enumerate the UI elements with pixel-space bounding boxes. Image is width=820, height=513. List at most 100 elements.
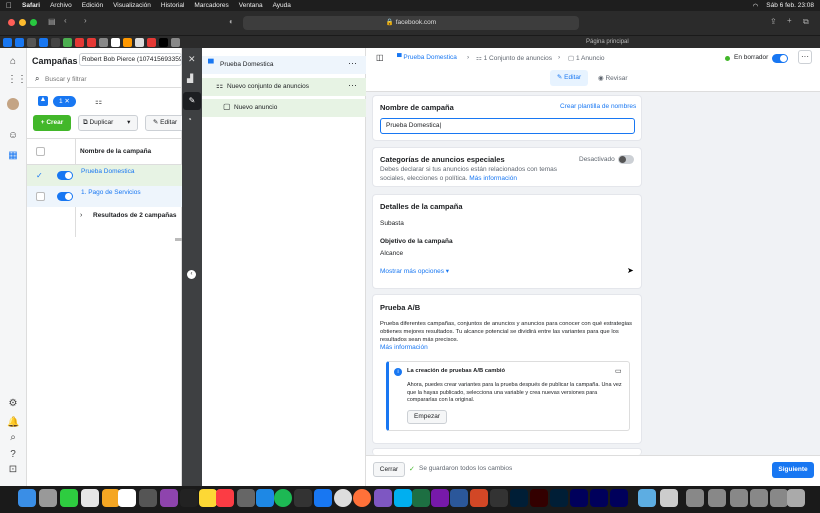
favorite-site-icon[interactable] — [123, 37, 132, 47]
preview-icon[interactable] — [294, 489, 312, 507]
home-icon[interactable]: ⌂ — [7, 56, 19, 68]
favorite-site-icon[interactable] — [135, 37, 144, 47]
close-button[interactable]: Cerrar — [373, 462, 405, 477]
window-thumbnail-icon[interactable] — [770, 489, 788, 507]
tab-edit[interactable]: ✎ Editar — [550, 70, 588, 86]
create-template-link[interactable]: Crear plantilla de nombres — [560, 103, 636, 110]
calendar-icon[interactable] — [118, 489, 136, 507]
favorite-site-icon[interactable] — [99, 37, 108, 47]
favorite-site-icon[interactable] — [87, 37, 96, 47]
window-thumbnail-icon[interactable] — [750, 489, 768, 507]
word-icon[interactable] — [450, 489, 468, 507]
column-header-name[interactable]: Nombre de la campaña — [80, 148, 151, 155]
forward-icon[interactable]: › — [84, 16, 87, 25]
row-checkbox-checked[interactable]: ✓ — [36, 171, 43, 180]
privacy-shield-icon[interactable]: ◐ — [229, 17, 234, 26]
apple-icon[interactable]:  — [6, 1, 12, 10]
back-icon[interactable]: ‹ — [64, 16, 67, 25]
favorite-site-icon[interactable] — [27, 37, 36, 47]
grid-view-icon[interactable]: ⚏ — [95, 97, 102, 106]
more-options-icon[interactable]: ··· — [348, 80, 357, 90]
tab-overview-icon[interactable]: ⧉ — [803, 17, 809, 27]
close-window-button[interactable] — [8, 19, 15, 26]
special-categories-toggle[interactable] — [618, 155, 634, 164]
appstore-icon[interactable] — [256, 489, 274, 507]
spotify-icon[interactable] — [274, 489, 292, 507]
window-thumbnail-icon[interactable] — [708, 489, 726, 507]
address-bar[interactable]: 🔒 facebook.com — [243, 16, 579, 30]
skype-icon[interactable] — [394, 489, 412, 507]
campaigns-level-icon[interactable]: ▲ — [38, 96, 48, 106]
minimize-window-button[interactable] — [19, 19, 26, 26]
tree-item-ad[interactable]: ▢ Nuevo anuncio — [202, 99, 366, 117]
collapse-arrow-icon[interactable]: ‹ — [187, 270, 196, 279]
music-icon[interactable] — [216, 489, 234, 507]
settings-icon[interactable]: ⚙ — [7, 398, 19, 410]
bug-report-icon[interactable]: ⊡ — [7, 464, 19, 476]
table-row[interactable]: ✓ Prueba Domestica — [27, 165, 182, 186]
media-encoder-icon[interactable] — [590, 489, 608, 507]
campaign-toggle[interactable] — [57, 192, 73, 201]
campaign-toggle[interactable] — [57, 171, 73, 180]
notes-icon[interactable] — [199, 489, 217, 507]
chrome-icon[interactable] — [334, 489, 352, 507]
photoshop-icon[interactable] — [550, 489, 568, 507]
clock[interactable]: Sáb 6 feb. 23:08 — [766, 2, 814, 9]
close-editor-icon[interactable]: ✕ — [188, 54, 196, 65]
menu-ventana[interactable]: Ventana — [239, 2, 263, 9]
panel-toggle-icon[interactable]: ◫ — [376, 53, 384, 62]
search-input[interactable] — [45, 73, 175, 85]
duplicate-button[interactable]: ⧉ Duplicar ▾ — [78, 115, 138, 131]
breadcrumb-ads-item[interactable]: ▢ 1 Anuncio — [568, 54, 605, 62]
excel-icon[interactable] — [412, 489, 430, 507]
notifications-icon[interactable]: 🔔 — [7, 417, 19, 429]
messages-icon[interactable] — [60, 489, 78, 507]
share-icon[interactable]: ⇪ — [770, 17, 777, 26]
contacts-icon[interactable] — [139, 489, 157, 507]
favorite-facebook-icon[interactable] — [3, 37, 12, 47]
chevron-right-icon[interactable]: › — [80, 212, 82, 219]
menu-visualizacion[interactable]: Visualización — [113, 2, 151, 9]
account-selector[interactable]: Robert Bob Pierce (107415693359 — [79, 53, 182, 66]
favorite-site-icon[interactable] — [51, 37, 60, 47]
finder-icon[interactable] — [18, 489, 36, 507]
tree-item-campaign[interactable]: ▀ Prueba Domestica ··· — [202, 56, 366, 74]
breadcrumb-campaign[interactable]: Prueba Domestica — [403, 54, 456, 61]
campaign-name-link[interactable]: Prueba Domestica — [81, 168, 134, 175]
menu-marcadores[interactable]: Marcadores — [194, 2, 228, 9]
smiley-icon[interactable]: ☺ — [7, 130, 19, 142]
filter-chip[interactable]: 1 ✕ — [53, 96, 76, 107]
ab-test-more-link[interactable]: Más información — [380, 344, 428, 351]
menu-historial[interactable]: Historial — [161, 2, 184, 9]
more-options-icon[interactable]: ··· — [348, 58, 357, 68]
wifi-icon[interactable]: ◠ — [753, 2, 759, 10]
appletv-icon[interactable] — [180, 489, 198, 507]
tab-review[interactable]: ◉ Revisar — [598, 74, 628, 82]
firefox-icon[interactable] — [353, 489, 371, 507]
table-row[interactable]: 1. Pago de Servicios — [27, 186, 182, 207]
system-preferences-icon[interactable] — [237, 489, 255, 507]
window-thumbnail-icon[interactable] — [686, 489, 704, 507]
special-categories-more-link[interactable]: Más información — [469, 175, 517, 182]
campaign-status-toggle[interactable] — [772, 54, 788, 63]
launchpad-icon[interactable] — [39, 489, 57, 507]
edit-button[interactable]: ✎ Editar — [145, 115, 185, 131]
premiere-icon[interactable] — [610, 489, 628, 507]
chart-icon[interactable]: ▟ — [187, 74, 193, 83]
maps-icon[interactable] — [81, 489, 99, 507]
safari-icon[interactable] — [314, 489, 332, 507]
favorite-site-icon[interactable] — [111, 37, 120, 47]
downloads-folder-icon[interactable] — [638, 489, 656, 507]
apps-grid-icon[interactable]: ⋮⋮ — [7, 74, 27, 86]
history-icon[interactable]: ◔ — [187, 115, 192, 124]
favorite-facebook-icon[interactable] — [39, 37, 48, 47]
favorite-site-icon[interactable] — [75, 37, 84, 47]
favorite-site-icon[interactable] — [171, 37, 180, 47]
new-tab-icon[interactable]: + — [787, 16, 792, 25]
favorite-site-icon[interactable] — [159, 37, 168, 47]
window-thumbnail-icon[interactable] — [730, 489, 748, 507]
search-icon[interactable]: ⌕ — [7, 432, 19, 444]
app-icon[interactable] — [490, 489, 508, 507]
edit-pencil-icon[interactable]: ✎ — [183, 92, 201, 110]
start-button[interactable]: Empezar — [407, 410, 447, 424]
